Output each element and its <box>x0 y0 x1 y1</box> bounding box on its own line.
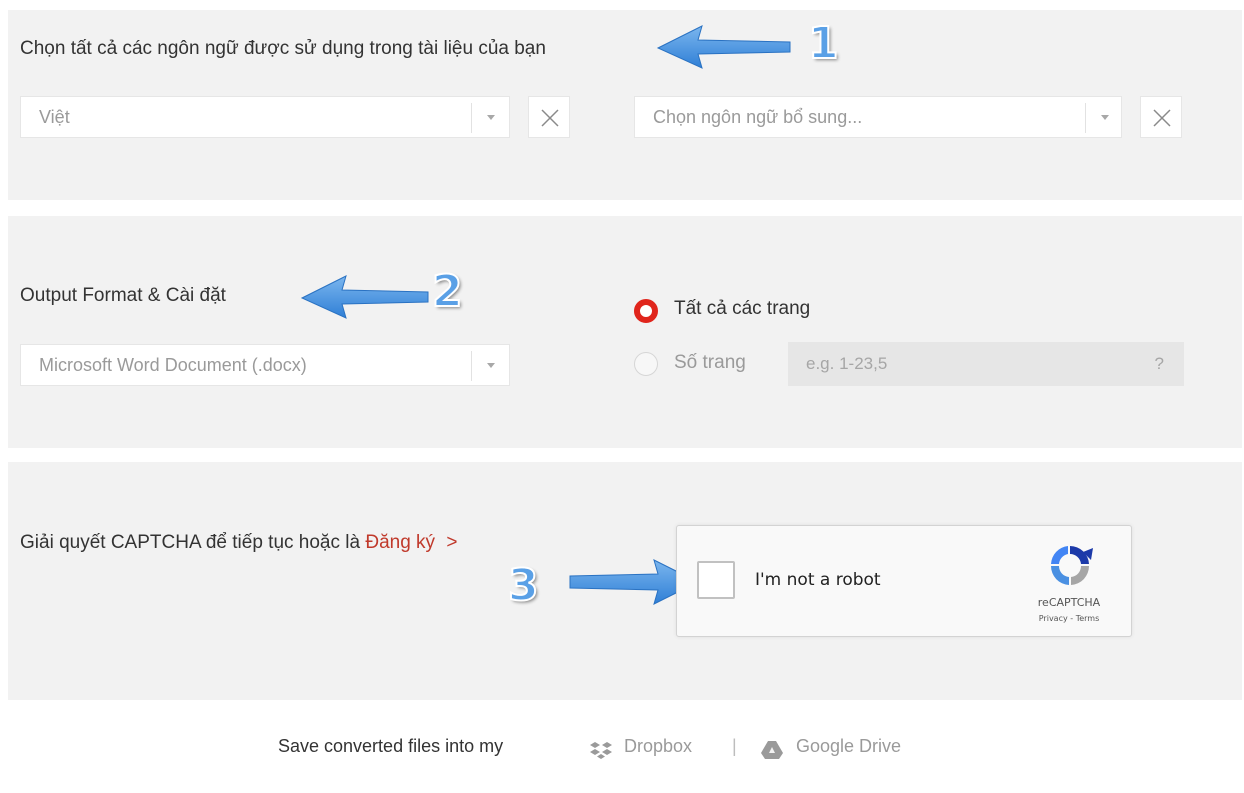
select-divider <box>1085 103 1086 133</box>
output-format-value: Microsoft Word Document (.docx) <box>39 355 307 375</box>
signup-link[interactable]: Đăng ký <box>365 532 435 553</box>
footer-divider: | <box>732 736 737 756</box>
primary-language-select[interactable]: Việt <box>20 96 510 138</box>
dropbox-icon <box>590 742 612 759</box>
recaptcha-checkbox[interactable] <box>697 561 735 599</box>
select-divider <box>471 103 472 133</box>
recaptcha-label: I'm not a robot <box>755 570 881 590</box>
output-format-select[interactable]: Microsoft Word Document (.docx) <box>20 344 510 386</box>
language-heading: Chọn tất cả các ngôn ngữ được sử dụng tr… <box>20 38 546 59</box>
annotation-number-2: 2 <box>431 265 464 318</box>
chevron-down-icon <box>487 115 495 120</box>
clear-primary-language-button[interactable] <box>528 96 570 138</box>
annotation-number-3: 3 <box>507 559 540 612</box>
annotation-number-1: 1 <box>807 17 840 70</box>
save-text: Save converted files into my <box>278 736 504 756</box>
help-icon[interactable]: ? <box>1155 354 1164 374</box>
page-numbers-placeholder: e.g. 1-23,5 <box>806 354 888 373</box>
radio-page-numbers[interactable] <box>634 352 658 376</box>
recaptcha-widget: I'm not a robot reCAPTCHA Privacy - Term… <box>676 525 1132 637</box>
close-icon <box>1153 109 1171 127</box>
select-divider <box>471 351 472 381</box>
close-icon <box>541 109 559 127</box>
output-heading: Output Format & Cài đặt <box>20 285 226 306</box>
page-numbers-input[interactable]: e.g. 1-23,5 ? <box>788 342 1184 386</box>
captcha-heading: Giải quyết CAPTCHA để tiếp tục hoặc là Đ… <box>20 532 457 554</box>
chevron-down-icon <box>1101 115 1109 120</box>
output-panel <box>8 216 1242 448</box>
recaptcha-terms[interactable]: Privacy - Terms <box>1029 614 1109 623</box>
google-drive-link[interactable]: Google Drive <box>796 736 901 757</box>
clear-additional-language-button[interactable] <box>1140 96 1182 138</box>
radio-all-pages-label: Tất cả các trang <box>674 298 811 319</box>
recaptcha-brand: reCAPTCHA <box>1037 596 1101 609</box>
chevron-down-icon <box>487 363 495 368</box>
additional-language-placeholder: Chọn ngôn ngữ bổ sung... <box>653 107 863 127</box>
annotation-arrow-1 <box>656 25 791 69</box>
dropbox-link[interactable]: Dropbox <box>624 736 692 757</box>
google-drive-icon <box>761 741 783 759</box>
radio-all-pages[interactable] <box>634 299 658 323</box>
primary-language-value: Việt <box>39 107 70 127</box>
additional-language-select[interactable]: Chọn ngôn ngữ bổ sung... <box>634 96 1122 138</box>
chevron-right-icon: > <box>446 532 458 553</box>
captcha-heading-text: Giải quyết CAPTCHA để tiếp tục hoặc là <box>20 532 366 553</box>
radio-page-numbers-label: Số trang <box>674 352 746 373</box>
annotation-arrow-2 <box>300 275 429 319</box>
recaptcha-logo-icon <box>1051 546 1093 585</box>
